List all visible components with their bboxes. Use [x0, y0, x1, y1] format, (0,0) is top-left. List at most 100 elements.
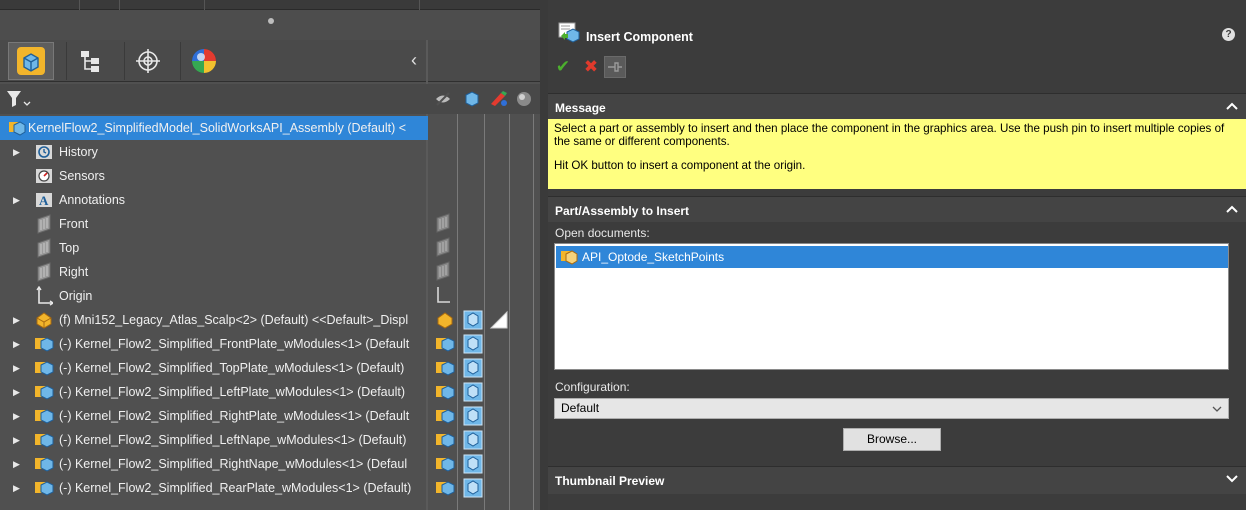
- crosshair-icon: [135, 49, 160, 73]
- tree-item-label: (-) Kernel_Flow2_Simplified_RightPlate_w…: [59, 409, 410, 423]
- expand-arrow-icon[interactable]: ▶: [13, 339, 23, 350]
- splitter-handle[interactable]: [268, 18, 274, 24]
- chevron-down-icon[interactable]: [1225, 471, 1239, 487]
- ok-checkmark-icon[interactable]: ✔: [552, 56, 574, 78]
- column-divider: [533, 114, 534, 510]
- configuration-label: Configuration:: [555, 380, 630, 394]
- expand-arrow-icon[interactable]: ▶: [13, 147, 23, 158]
- message-section-header[interactable]: Message: [548, 93, 1246, 119]
- manager-tab-bar: [0, 40, 540, 82]
- collapse-panel-chevron-icon[interactable]: ‹: [406, 50, 422, 70]
- tab-feature-manager[interactable]: [8, 42, 54, 80]
- tree-item-label: Origin: [59, 289, 93, 303]
- transparency-toggle-icon[interactable]: [462, 405, 484, 427]
- tree-item-component[interactable]: ▶ (-) Kernel_Flow2_Simplified_FrontPlate…: [0, 332, 428, 356]
- tree-item-top-plane[interactable]: Top: [0, 236, 428, 260]
- list-item[interactable]: API_Optode_SketchPoints: [556, 246, 1228, 268]
- open-documents-label: Open documents:: [555, 226, 650, 240]
- expand-arrow-icon[interactable]: ▶: [13, 435, 23, 446]
- tab-property-manager[interactable]: [66, 42, 112, 80]
- thumbnail-section-header[interactable]: Thumbnail Preview: [548, 466, 1246, 494]
- assembly-visibility-icon[interactable]: [434, 333, 456, 355]
- message-box: Select a part or assembly to insert and …: [548, 119, 1246, 189]
- plane-icon: [33, 214, 55, 234]
- assembly-icon: [33, 382, 55, 402]
- plane-icon: [33, 262, 55, 282]
- transparency-toggle-icon[interactable]: [462, 333, 484, 355]
- assembly-visibility-icon[interactable]: [434, 477, 456, 499]
- expand-arrow-icon[interactable]: ▶: [13, 411, 23, 422]
- feature-manager-panel: ‹ KernelFlow2_SimplifiedModel_SolidWorks…: [0, 0, 540, 510]
- expand-arrow-icon[interactable]: ▶: [13, 363, 23, 374]
- column-divider: [457, 114, 458, 510]
- expand-arrow-icon[interactable]: ▶: [13, 195, 23, 206]
- transparency-toggle-icon[interactable]: [462, 357, 484, 379]
- plane-visibility-icon[interactable]: [432, 260, 454, 282]
- plane-visibility-icon[interactable]: [432, 212, 454, 234]
- filter-icon[interactable]: [6, 90, 34, 108]
- transparency-toggle-icon[interactable]: [462, 429, 484, 451]
- tree-item-label: Top: [59, 241, 80, 255]
- help-icon[interactable]: ?: [1222, 28, 1235, 41]
- assembly-visibility-icon[interactable]: [434, 357, 456, 379]
- chevron-up-icon[interactable]: [1225, 201, 1239, 217]
- assembly-visibility-icon[interactable]: [434, 381, 456, 403]
- pane-splitter[interactable]: [0, 10, 540, 40]
- transparency-toggle-icon[interactable]: [462, 309, 484, 331]
- plane-visibility-icon[interactable]: [432, 236, 454, 258]
- part-assembly-section-header[interactable]: Part/Assembly to Insert: [548, 196, 1246, 222]
- tree-item-component[interactable]: ▶ (-) Kernel_Flow2_Simplified_LeftNape_w…: [0, 428, 428, 452]
- column-divider: [484, 114, 485, 510]
- panel-divider: [540, 0, 548, 510]
- tree-item-component[interactable]: ▶ (-) Kernel_Flow2_Simplified_LeftPlate_…: [0, 380, 428, 404]
- tree-item-annotations[interactable]: ▶ A Annotations: [0, 188, 428, 212]
- tree-item-sensors[interactable]: Sensors: [0, 164, 428, 188]
- message-section-title: Message: [555, 101, 606, 115]
- assembly-visibility-icon[interactable]: [434, 405, 456, 427]
- tree-root-assembly[interactable]: KernelFlow2_SimplifiedModel_SolidWorksAP…: [0, 116, 428, 140]
- transparency-toggle-icon[interactable]: [462, 381, 484, 403]
- tree-item-history[interactable]: ▶ History: [0, 140, 428, 164]
- assembly-icon: [33, 406, 55, 426]
- display-mode-column-icon[interactable]: [513, 88, 535, 110]
- origin-icon: [33, 286, 55, 306]
- tree-item-component[interactable]: ▶ (-) Kernel_Flow2_Simplified_TopPlate_w…: [0, 356, 428, 380]
- tree-item-component[interactable]: ▶ (-) Kernel_Flow2_Simplified_RightNape_…: [0, 452, 428, 476]
- transparency-toggle-icon[interactable]: [462, 477, 484, 499]
- chevron-up-icon[interactable]: [1225, 98, 1239, 114]
- tab-configuration-manager[interactable]: [124, 42, 170, 80]
- hide-show-column-icon[interactable]: [432, 88, 454, 110]
- tab-display-manager[interactable]: [180, 42, 226, 80]
- appearance-column-icon[interactable]: [488, 88, 510, 110]
- configuration-select[interactable]: Default: [554, 398, 1229, 419]
- transparency-column-icon[interactable]: [461, 88, 483, 110]
- tree-item-origin[interactable]: Origin: [0, 284, 428, 308]
- push-pin-icon[interactable]: [604, 56, 626, 78]
- transparency-toggle-icon[interactable]: [462, 453, 484, 475]
- cancel-x-icon[interactable]: ✖: [580, 56, 602, 78]
- sensors-icon: [33, 166, 55, 186]
- tree-item-component[interactable]: ▶ (-) Kernel_Flow2_Simplified_RightPlate…: [0, 404, 428, 428]
- part-icon: [33, 310, 55, 330]
- tree-item-label: Sensors: [59, 169, 105, 183]
- tree-root-label: KernelFlow2_SimplifiedModel_SolidWorksAP…: [28, 121, 407, 135]
- origin-visibility-icon[interactable]: [432, 284, 454, 306]
- appearance-triangle-icon[interactable]: [488, 309, 510, 331]
- part-visibility-icon[interactable]: [434, 309, 456, 331]
- tree-item-label: (-) Kernel_Flow2_Simplified_FrontPlate_w…: [59, 337, 410, 351]
- document-name: API_Optode_SketchPoints: [582, 250, 725, 264]
- browse-button[interactable]: Browse...: [843, 428, 941, 451]
- expand-arrow-icon[interactable]: ▶: [13, 459, 23, 470]
- expand-arrow-icon[interactable]: ▶: [13, 387, 23, 398]
- tree-item-front-plane[interactable]: Front: [0, 212, 428, 236]
- tree-item-component[interactable]: ▶ (-) Kernel_Flow2_Simplified_RearPlate_…: [0, 476, 428, 500]
- expand-arrow-icon[interactable]: ▶: [13, 483, 23, 494]
- tree-item-right-plane[interactable]: Right: [0, 260, 428, 284]
- expand-arrow-icon[interactable]: ▶: [13, 315, 23, 326]
- assembly-visibility-icon[interactable]: [434, 429, 456, 451]
- assembly-visibility-icon[interactable]: [434, 453, 456, 475]
- tree-item-component[interactable]: ▶ (f) Mni152_Legacy_Atlas_Scalp<2> (Defa…: [0, 308, 428, 332]
- insert-component-icon: [558, 22, 580, 43]
- open-documents-list[interactable]: API_Optode_SketchPoints: [554, 243, 1229, 370]
- assembly-icon: [33, 430, 55, 450]
